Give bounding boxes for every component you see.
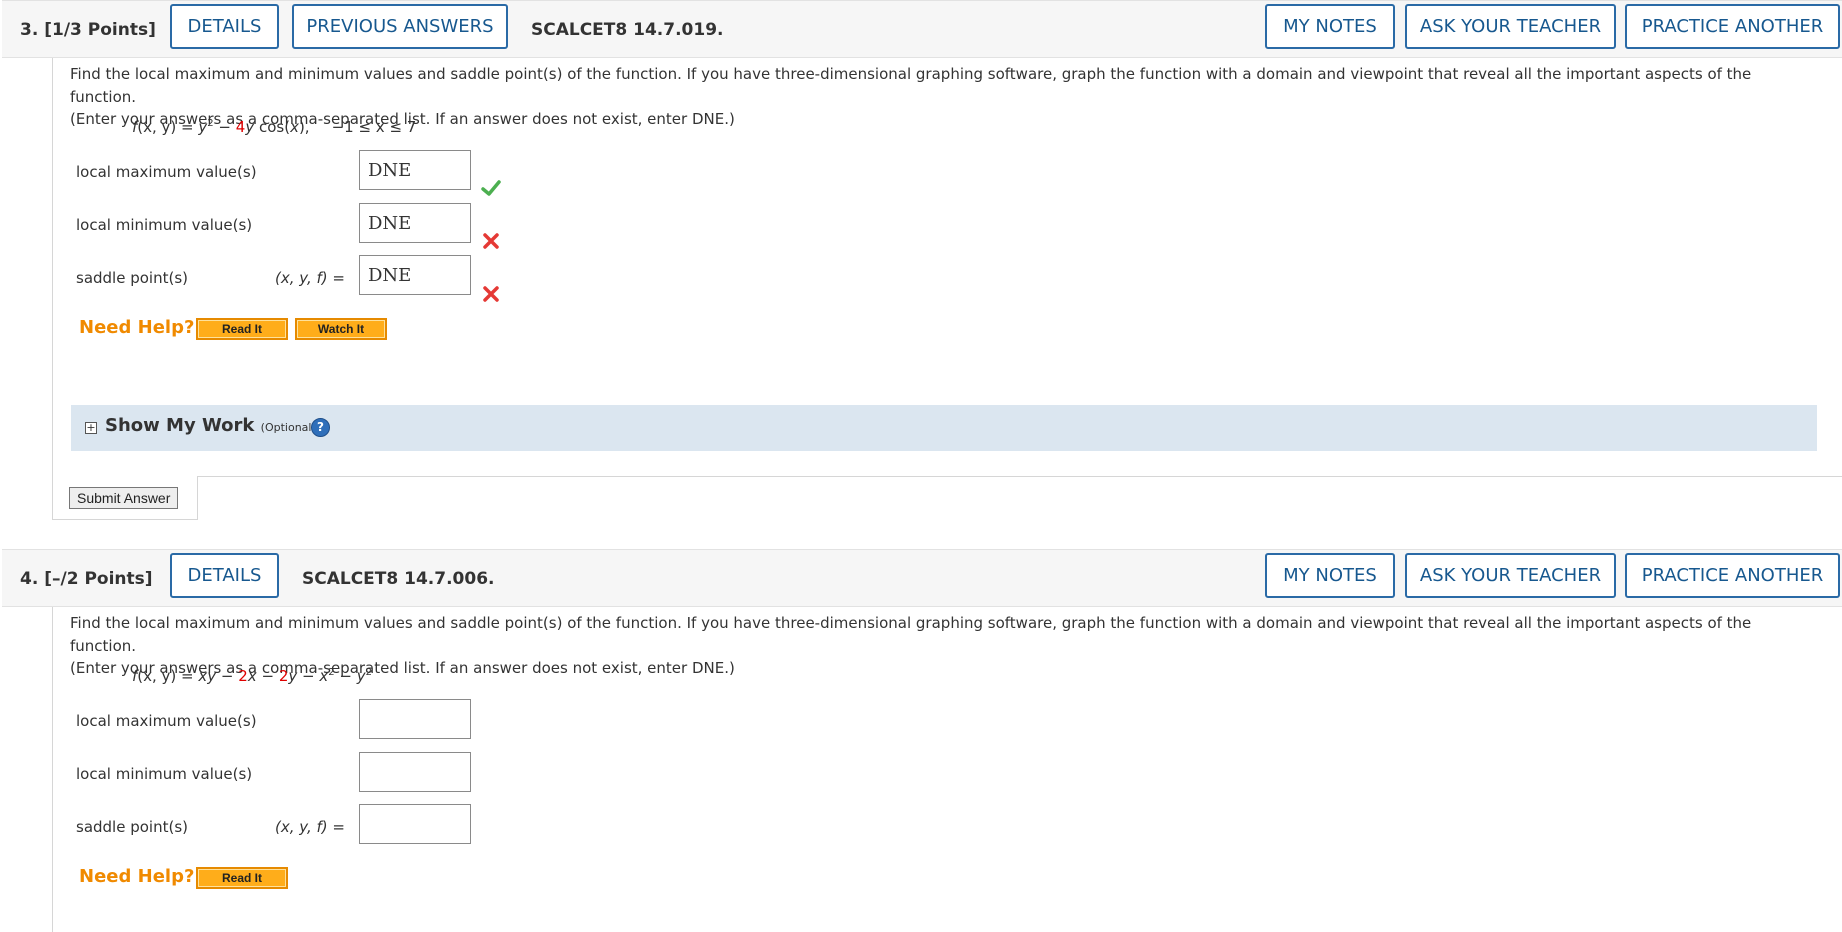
q3-watch-it-button[interactable]: Watch It	[295, 318, 387, 340]
question-4-number: 4. [–/2 Points]	[20, 569, 153, 589]
q4-local-max-label: local maximum value(s)	[76, 712, 257, 730]
show-my-work-panel[interactable]: + Show My Work (Optional) ?	[71, 405, 1817, 451]
q3-local-min-label: local minimum value(s)	[76, 216, 253, 234]
help-question-icon[interactable]: ?	[311, 418, 330, 437]
correct-check-icon	[481, 180, 501, 196]
q3-local-max-input[interactable]	[359, 150, 471, 190]
q4-details-button[interactable]: DETAILS	[170, 553, 279, 598]
q3-saddle-input[interactable]	[359, 255, 471, 295]
show-my-work-label[interactable]: Show My Work (Optional)	[105, 415, 316, 436]
q3-my-notes-button[interactable]: MY NOTES	[1265, 4, 1395, 49]
submit-answer-button[interactable]: Submit Answer	[69, 487, 179, 509]
q3-local-min-input[interactable]	[359, 203, 471, 243]
incorrect-x-icon	[483, 286, 499, 302]
q4-my-notes-button[interactable]: MY NOTES	[1265, 553, 1395, 598]
q4-ask-teacher-button[interactable]: ASK YOUR TEACHER	[1405, 553, 1616, 598]
q3-details-button[interactable]: DETAILS	[170, 4, 279, 49]
question-3-body: Find the local maximum and minimum value…	[52, 58, 1842, 520]
q4-code: SCALCET8 14.7.006.	[302, 569, 495, 589]
q4-saddle-prefix: (x, y, f) =	[275, 818, 345, 836]
q3-local-max-label: local maximum value(s)	[76, 163, 257, 181]
q3-practice-another-button[interactable]: PRACTICE ANOTHER	[1625, 4, 1840, 49]
q3-previous-answers-button[interactable]: PREVIOUS ANSWERS	[292, 4, 508, 49]
q4-saddle-input[interactable]	[359, 804, 471, 844]
question-4-body: Find the local maximum and minimum value…	[52, 607, 1842, 932]
divider	[198, 476, 1842, 477]
q4-local-min-label: local minimum value(s)	[76, 765, 253, 783]
submit-container: Submit Answer	[53, 476, 198, 520]
expand-plus-icon[interactable]: +	[85, 422, 97, 434]
question-3-header: 3. [1/3 Points] DETAILS PREVIOUS ANSWERS…	[2, 0, 1842, 58]
q3-saddle-prefix: (x, y, f) =	[275, 269, 345, 287]
q4-read-it-button[interactable]: Read It	[196, 867, 288, 889]
q4-need-help-label: Need Help?	[79, 866, 195, 887]
q4-local-min-input[interactable]	[359, 752, 471, 792]
question-4-header: 4. [–/2 Points] DETAILS SCALCET8 14.7.00…	[2, 549, 1842, 607]
q3-need-help-label: Need Help?	[79, 317, 195, 338]
q3-formula: f(x, y) = y2 − 4y cos(x), −1 ≤ x ≤ 7	[132, 118, 417, 136]
q4-formula: f(x, y) = xy − 2x − 2y − x2 − y2	[132, 667, 372, 685]
q4-local-max-input[interactable]	[359, 699, 471, 739]
q3-ask-teacher-button[interactable]: ASK YOUR TEACHER	[1405, 4, 1616, 49]
question-3-number: 3. [1/3 Points]	[20, 20, 156, 40]
incorrect-x-icon	[483, 233, 499, 249]
q4-saddle-label: saddle point(s)	[76, 818, 188, 836]
q3-read-it-button[interactable]: Read It	[196, 318, 288, 340]
q3-saddle-label: saddle point(s)	[76, 269, 188, 287]
q4-practice-another-button[interactable]: PRACTICE ANOTHER	[1625, 553, 1840, 598]
q3-code: SCALCET8 14.7.019.	[531, 20, 724, 40]
